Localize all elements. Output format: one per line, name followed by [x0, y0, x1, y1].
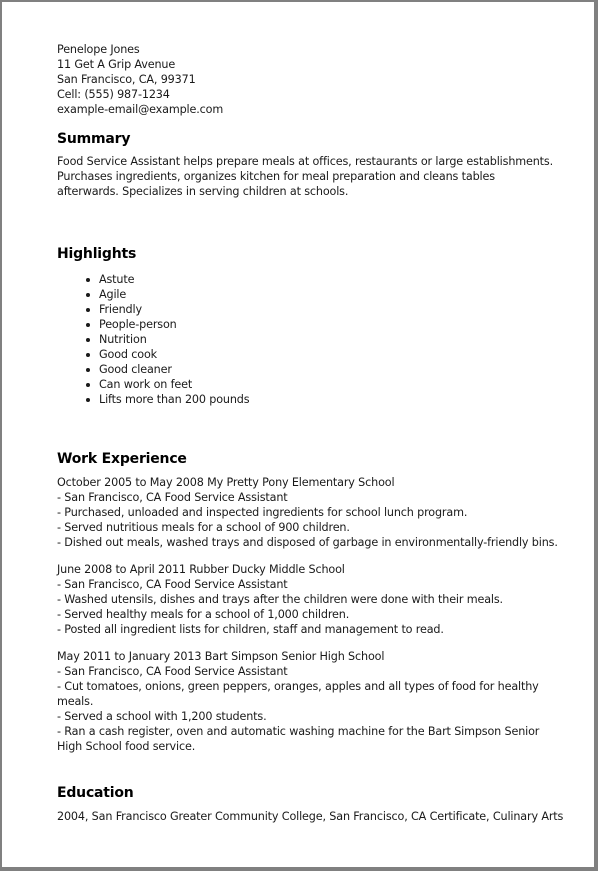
job-duty: - Served a school with 1,200 students. [57, 710, 267, 723]
job-entry: October 2005 to May 2008 My Pretty Pony … [57, 475, 587, 550]
highlights-section: Highlights Astute Agile Friendly People-… [57, 245, 587, 407]
highlight-item: Friendly [86, 302, 587, 317]
job-location-title: - San Francisco, CA Food Service Assista… [57, 665, 288, 678]
job-header: June 2008 to April 2011 Rubber Ducky Mid… [57, 563, 345, 576]
summary-section: Summary Food Service Assistant helps pre… [57, 130, 587, 199]
contact-city: San Francisco, CA, 99371 [57, 73, 196, 86]
highlight-item: People-person [86, 317, 587, 332]
resume-page: Penelope Jones 11 Get A Grip Avenue San … [0, 0, 598, 871]
contact-phone: Cell: (555) 987-1234 [57, 88, 170, 101]
highlight-item: Agile [86, 287, 587, 302]
job-duty: - Served nutritious meals for a school o… [57, 521, 350, 534]
job-duty: - Ran a cash register, oven and automati… [57, 725, 540, 753]
highlight-item: Lifts more than 200 pounds [86, 392, 587, 407]
education-heading: Education [57, 785, 134, 801]
work-experience-section: Work Experience October 2005 to May 2008… [57, 450, 587, 766]
job-duty: - Posted all ingredient lists for childr… [57, 623, 444, 636]
highlights-list: Astute Agile Friendly People-person Nutr… [57, 272, 587, 407]
highlight-item: Can work on feet [86, 377, 587, 392]
job-duty: - Served healthy meals for a school of 1… [57, 608, 350, 621]
job-duty: - Washed utensils, dishes and trays afte… [57, 593, 503, 606]
job-entry: June 2008 to April 2011 Rubber Ducky Mid… [57, 562, 587, 637]
work-experience-heading: Work Experience [57, 451, 187, 467]
job-header: October 2005 to May 2008 My Pretty Pony … [57, 476, 395, 489]
job-duty: - Dished out meals, washed trays and dis… [57, 536, 558, 549]
contact-street: 11 Get A Grip Avenue [57, 58, 176, 71]
job-entry: May 2011 to January 2013 Bart Simpson Se… [57, 649, 567, 754]
education-section: Education 2004, San Francisco Greater Co… [57, 784, 587, 824]
job-duty: - Purchased, unloaded and inspected ingr… [57, 506, 468, 519]
contact-email: example-email@example.com [57, 103, 224, 116]
summary-text: Food Service Assistant helps prepare mea… [57, 155, 554, 198]
highlight-item: Good cook [86, 347, 587, 362]
contact-block: Penelope Jones 11 Get A Grip Avenue San … [57, 42, 587, 117]
highlight-item: Nutrition [86, 332, 587, 347]
highlight-item: Good cleaner [86, 362, 587, 377]
contact-name: Penelope Jones [57, 43, 140, 56]
job-location-title: - San Francisco, CA Food Service Assista… [57, 578, 288, 591]
summary-heading: Summary [57, 131, 131, 147]
highlights-heading: Highlights [57, 246, 137, 262]
job-header: May 2011 to January 2013 Bart Simpson Se… [57, 650, 385, 663]
job-location-title: - San Francisco, CA Food Service Assista… [57, 491, 288, 504]
job-duty: - Cut tomatoes, onions, green peppers, o… [57, 680, 539, 708]
education-text: 2004, San Francisco Greater Community Co… [57, 810, 564, 823]
highlight-item: Astute [86, 272, 587, 287]
